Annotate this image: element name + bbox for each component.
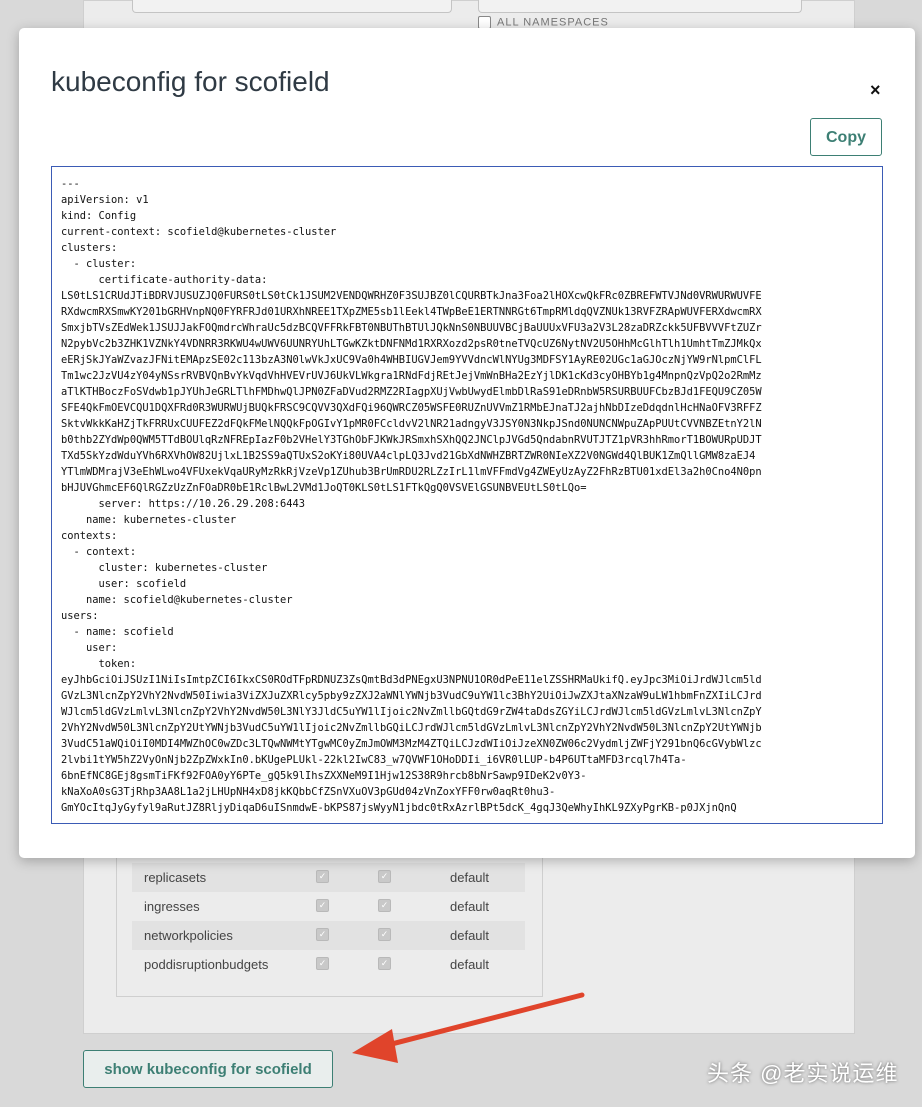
code-line: - name: scofield	[61, 626, 174, 638]
resource-name: ingresses	[144, 899, 200, 914]
checkbox-icon[interactable]: ✓	[316, 870, 329, 883]
code-line: kind: Config	[61, 210, 137, 222]
code-line: N2pybVc2b3ZHK1VZNkY4VDNRR3RKWU4wUWV6UUNR…	[61, 338, 762, 350]
code-line: user: scofield	[61, 578, 187, 590]
code-line: apiVersion: v1	[61, 194, 149, 206]
table-row: networkpolicies ✓ ✓ default	[132, 921, 525, 950]
checkbox-icon[interactable]: ✓	[378, 870, 391, 883]
code-line: eyJhbGciOiJSUzI1NiIsImtpZCI6IkxCS0ROdTFp…	[61, 674, 762, 686]
watermark: 头条 @老实说运维	[707, 1061, 899, 1086]
background-select[interactable]	[132, 0, 452, 13]
code-line: SmxjbTVsZEdWek1JSUJJakFOQmdrcWhraUc5dzBC…	[61, 322, 762, 334]
code-line: SFE4QkFmOEVCQU1DQXFRd0R3WURWUjBUQkFRSC9C…	[61, 402, 762, 414]
code-line: kNaXoA0sG3TjRhp3AA8L1a2jLHUpNH4xD8jkKQbb…	[61, 786, 556, 798]
code-line: user:	[61, 642, 118, 654]
code-line: RXdwcmRXSmwKY201bGRHVnpNQ0FYRFRJd01URXhN…	[61, 306, 762, 318]
checkbox-icon[interactable]: ✓	[378, 957, 391, 970]
code-line: eERjSkJYaWZvazJFNitEMApzSE02c113bzA3N0lw…	[61, 354, 762, 366]
table-row: replicasets ✓ ✓ default	[132, 863, 525, 892]
modal-title: kubeconfig for scofield	[51, 66, 330, 97]
code-line: bHJUVGhmcEF6QlRGZzUzZnFOaDR0bE1RclBwL2VM…	[61, 482, 587, 494]
code-line: 2lvbi1tYW5hZ2VyOnNjb2ZpZWxkIn0.bKUgePLUk…	[61, 754, 687, 766]
kubeconfig-textarea[interactable]: --- apiVersion: v1 kind: Config current-con…	[51, 166, 883, 824]
code-line: Tm1wc2JzVU4zY04yNSsrRVBVQnBvYkVqdVhHVEVr…	[61, 370, 762, 382]
resource-namespace: default	[450, 928, 490, 943]
code-line: token:	[61, 658, 137, 670]
code-line: SktvWkkKaHZjTkFRRUxCUUFEZ2dFQkFMelNQQkFp…	[61, 418, 762, 430]
code-line: - cluster:	[61, 258, 137, 270]
resource-name: networkpolicies	[144, 928, 233, 943]
code-line: YTlmWDMrajV3eEhWLwo4VFUxekVqaURyMzRkRjVz…	[61, 466, 762, 478]
code-line: certificate-authority-data:	[61, 274, 268, 286]
checkbox-icon[interactable]: ✓	[316, 899, 329, 912]
checkbox-icon[interactable]: ✓	[316, 957, 329, 970]
annotation-arrow-icon	[352, 992, 585, 1063]
code-line: aTlKTHBoczFoSVdwb1pJYUhJeGRLTlhFMDhwQlJP…	[61, 386, 762, 398]
code-line: users:	[61, 610, 99, 622]
code-line: 2VhY2NvdW50L3NlcnZpY2UtYWNjb3VudC5uYW1lI…	[61, 722, 762, 734]
table-row: poddisruptionbudgets ✓ ✓ default	[132, 950, 525, 979]
code-line: cluster: kubernetes-cluster	[61, 562, 268, 574]
all-namespaces-label: ALL NAMESPACES	[497, 16, 609, 29]
background-input[interactable]	[478, 0, 802, 13]
resource-name: replicasets	[144, 870, 207, 885]
code-line: - context:	[61, 546, 137, 558]
checkbox-icon[interactable]: ✓	[378, 899, 391, 912]
code-line: b0thb2ZYdWp0QWM5TTdBOUlqRzNFREpIazF0b2VH…	[61, 434, 762, 446]
code-line: ---	[61, 178, 80, 190]
code-line: GmYOcItqJyGyfyl9aRutJZ8RljyDiqaD6uISnmdw…	[61, 802, 737, 814]
resource-namespace: default	[450, 899, 490, 914]
code-line: 6bnEfNC8GEj8gsmTiFKf92FOA0yY6PTe_gQ5k9lI…	[61, 770, 587, 782]
code-line: 3VudC51aWQiOiI0MDI4MWZhOC0wZDc3LTQwNWMtY…	[61, 738, 762, 750]
code-line: TXd5SkYzdWduYVh6RXVhOW82UjlxL1B2SS9aQTUx…	[61, 450, 756, 462]
show-kubeconfig-button[interactable]: show kubeconfig for scofield	[83, 1050, 333, 1088]
code-line: WJlcm5ldGVzLmlvL3NlcnZpY2VhY2NvdW50L3NlY…	[61, 706, 762, 718]
code-line: server: https://10.26.29.208:6443	[61, 498, 305, 510]
code-line: clusters:	[61, 242, 118, 254]
table-row: ingresses ✓ ✓ default	[132, 892, 525, 921]
code-line: GVzL3NlcnZpY2VhY2NvdW50Iiwia3ViZXJuZXRlc…	[61, 690, 762, 702]
checkbox-icon[interactable]: ✓	[316, 928, 329, 941]
code-line: name: scofield@kubernetes-cluster	[61, 594, 293, 606]
code-line: name: kubernetes-cluster	[61, 514, 237, 526]
kubeconfig-modal: kubeconfig for scofield × Copy --- apiVer…	[19, 28, 915, 858]
code-line: current-context: scofield@kubernetes-clu…	[61, 226, 337, 238]
copy-button[interactable]: Copy	[810, 118, 882, 156]
checkbox-icon[interactable]: ✓	[378, 928, 391, 941]
code-line: contexts:	[61, 530, 118, 542]
resource-namespace: default	[450, 957, 490, 972]
resource-namespace: default	[450, 870, 490, 885]
code-line: LS0tLS1CRUdJTiBDRVJUSUZJQ0FURS0tLS0tCk1J…	[61, 290, 762, 302]
close-icon[interactable]: ×	[870, 80, 881, 101]
resource-name: poddisruptionbudgets	[144, 957, 269, 972]
